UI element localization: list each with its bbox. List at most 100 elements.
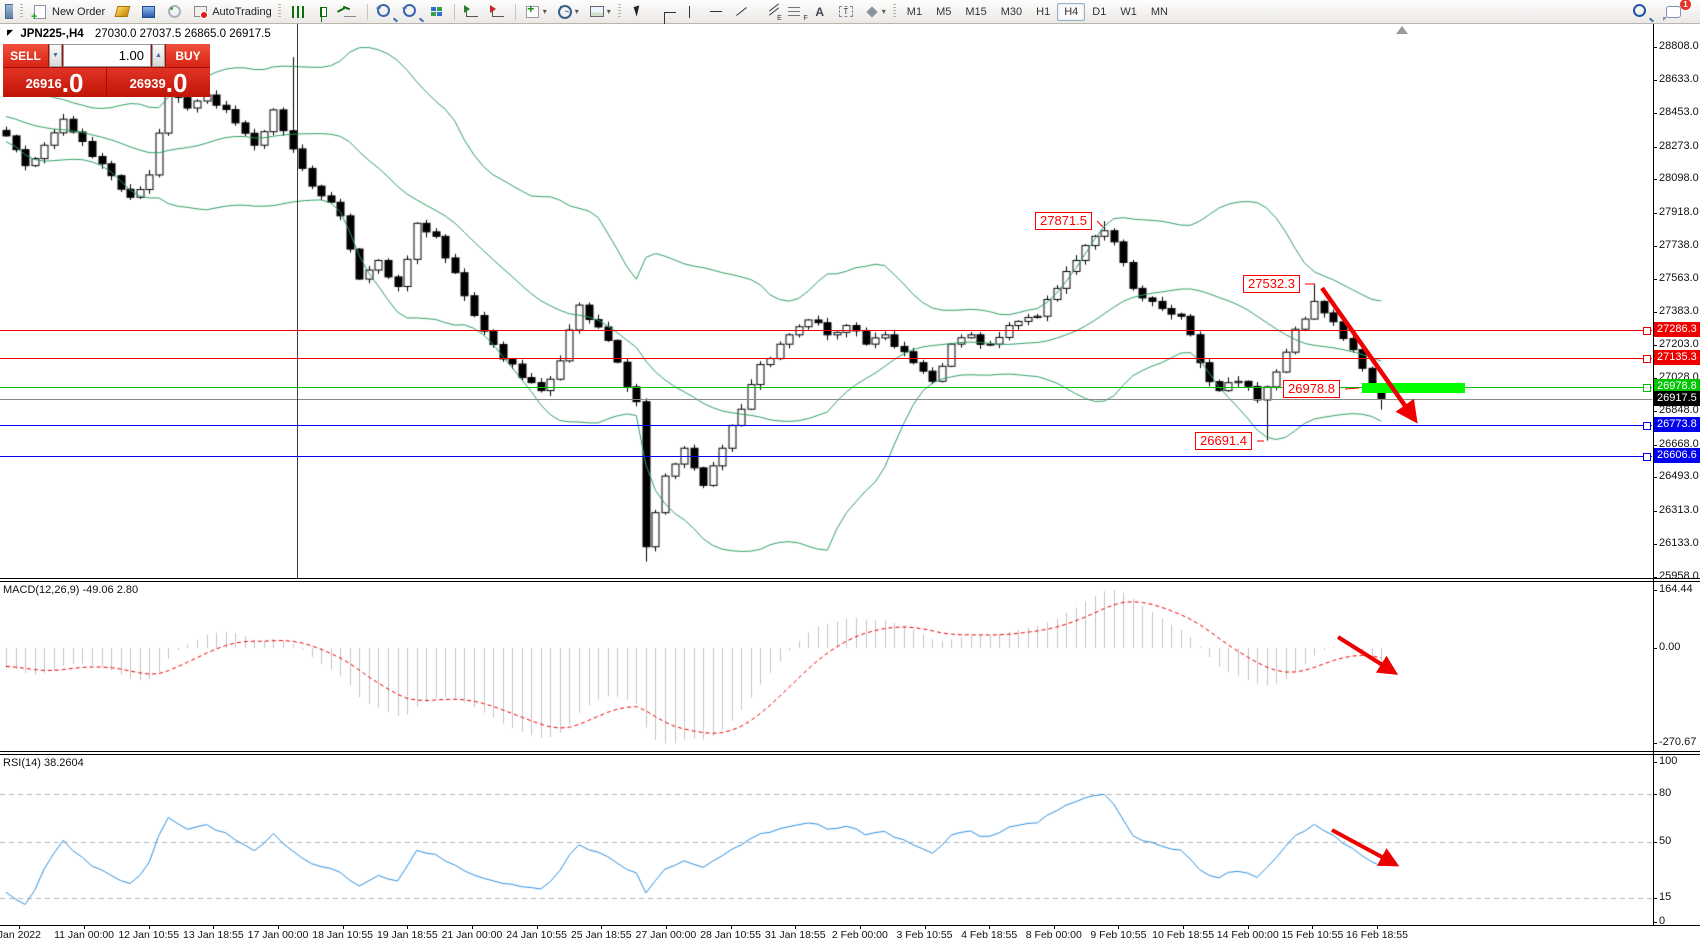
volume-decrease-button[interactable]: ▼ bbox=[49, 44, 62, 67]
toolbar-handle[interactable] bbox=[618, 4, 621, 19]
chevron-down-icon: ▾ bbox=[575, 7, 579, 16]
crosshair-icon[interactable] bbox=[651, 2, 677, 21]
chat-icon[interactable]: 1 bbox=[1660, 2, 1686, 21]
trendline-icon[interactable] bbox=[729, 2, 755, 21]
search-icon[interactable] bbox=[1628, 2, 1654, 21]
fibonacci-icon[interactable]: F bbox=[781, 2, 807, 21]
line-end-marker bbox=[1643, 327, 1651, 335]
time-axis-tick-mark bbox=[19, 925, 20, 929]
time-axis-tick-mark bbox=[795, 925, 796, 929]
bar-chart-icon[interactable] bbox=[285, 2, 311, 21]
indicators-button[interactable]: ▾ bbox=[520, 1, 552, 22]
price-axis-tick: 28273.0 bbox=[1659, 140, 1699, 152]
timeframe-m30[interactable]: M30 bbox=[994, 3, 1029, 21]
time-axis-label: 2 Feb 00:00 bbox=[832, 929, 888, 941]
autotrading-label: AutoTrading bbox=[212, 6, 272, 18]
horizontal-line-27286.3[interactable] bbox=[0, 330, 1652, 331]
autotrading-icon bbox=[191, 3, 209, 20]
time-axis-label: 18 Jan 10:55 bbox=[312, 929, 373, 941]
ohlc-low: 26865.0 bbox=[184, 28, 226, 40]
templates-button[interactable]: ▾ bbox=[584, 1, 616, 22]
ohlc-open: 27030.0 bbox=[95, 28, 137, 40]
timeframe-h4[interactable]: H4 bbox=[1057, 3, 1085, 21]
sell-price-main: 26916 bbox=[26, 72, 62, 96]
chart-window-icon[interactable] bbox=[0, 3, 18, 20]
text-icon[interactable]: A bbox=[807, 2, 833, 21]
highlight-rectangle[interactable] bbox=[1362, 383, 1465, 393]
timeframe-d1[interactable]: D1 bbox=[1085, 3, 1113, 21]
price-axis-tick: 26848.0 bbox=[1659, 404, 1699, 416]
horizontal-line-26773.8[interactable] bbox=[0, 425, 1652, 426]
horizontal-line-icon[interactable] bbox=[703, 2, 729, 21]
price-annotation-26978.8[interactable]: 26978.8 bbox=[1283, 380, 1340, 398]
chevron-down-icon: ▾ bbox=[882, 7, 886, 16]
buy-price[interactable]: 26939 .0 bbox=[107, 68, 210, 97]
terminal-icon[interactable] bbox=[135, 2, 161, 21]
cursor-icon[interactable] bbox=[625, 2, 651, 21]
ohlc-close: 26917.5 bbox=[229, 28, 271, 40]
macd-axis-tick-mark bbox=[1653, 743, 1657, 744]
time-axis-tick-mark bbox=[84, 925, 85, 929]
volume-input[interactable]: 1.00 bbox=[63, 44, 151, 67]
horizontal-line-27135.3[interactable] bbox=[0, 358, 1652, 359]
timeframe-h1[interactable]: H1 bbox=[1029, 3, 1057, 21]
price-annotation-27532.3[interactable]: 27532.3 bbox=[1243, 275, 1300, 293]
timeframe-m1[interactable]: M1 bbox=[900, 3, 929, 21]
timeframe-m5[interactable]: M5 bbox=[929, 3, 958, 21]
timeframe-m15[interactable]: M15 bbox=[958, 3, 993, 21]
new-order-label: New Order bbox=[52, 6, 105, 18]
chart-shift-icon[interactable] bbox=[485, 2, 511, 21]
toolbar-handle[interactable] bbox=[893, 4, 896, 19]
time-axis-label: 8 Feb 00:00 bbox=[1026, 929, 1082, 941]
periods-button[interactable]: ▾ bbox=[552, 1, 584, 22]
sell-price[interactable]: 26916 .0 bbox=[3, 68, 106, 97]
new-order-icon bbox=[31, 3, 49, 20]
text-label-icon[interactable]: T bbox=[833, 2, 859, 21]
toolbar-handle[interactable] bbox=[278, 4, 281, 19]
auto-scroll-icon[interactable] bbox=[459, 2, 485, 21]
zoom-in-icon[interactable]: + bbox=[372, 2, 398, 21]
price-axis-tick-mark bbox=[1653, 411, 1657, 412]
price-axis-tick: 27918.0 bbox=[1659, 206, 1699, 218]
pane-resize-divider[interactable] bbox=[0, 751, 1700, 752]
toolbar-handle[interactable] bbox=[20, 4, 23, 19]
horizontal-line-26606.6[interactable] bbox=[0, 456, 1652, 457]
price-axis-tick-mark bbox=[1653, 312, 1657, 313]
time-axis-label: Jan 2022 bbox=[0, 929, 41, 941]
price-annotation-27871.5[interactable]: 27871.5 bbox=[1035, 212, 1092, 230]
price-axis-tick: 26493.0 bbox=[1659, 470, 1699, 482]
price-axis-tick: 28098.0 bbox=[1659, 172, 1699, 184]
time-axis-label: 16 Feb 18:55 bbox=[1346, 929, 1408, 941]
signals-icon[interactable] bbox=[161, 2, 187, 21]
buy-button[interactable]: BUY bbox=[166, 44, 210, 67]
line-chart-icon[interactable] bbox=[337, 2, 363, 21]
tile-windows-icon[interactable] bbox=[424, 2, 450, 21]
channel-icon[interactable]: E bbox=[755, 2, 781, 21]
timeframe-mn[interactable]: MN bbox=[1144, 3, 1175, 21]
new-order-button[interactable]: New Order bbox=[27, 1, 109, 22]
price-axis-tick-mark bbox=[1653, 213, 1657, 214]
vertical-line-object[interactable] bbox=[297, 24, 298, 578]
sell-button[interactable]: SELL bbox=[3, 44, 48, 67]
zoom-out-icon[interactable]: − bbox=[398, 2, 424, 21]
price-axis-tick: 26313.0 bbox=[1659, 504, 1699, 516]
price-axis-line bbox=[1653, 24, 1654, 925]
price-annotation-26691.4[interactable]: 26691.4 bbox=[1195, 432, 1252, 450]
candlestick-chart-icon[interactable] bbox=[311, 2, 337, 21]
pane-border bbox=[0, 925, 1700, 926]
volume-increase-button[interactable]: ▲ bbox=[152, 44, 165, 67]
price-chart-canvas[interactable] bbox=[0, 0, 1700, 942]
shapes-button[interactable]: ▾ bbox=[859, 1, 891, 22]
mt4-terminal: New Order AutoTrading + − ▾ ▾ ▾ E F A T bbox=[0, 0, 1700, 942]
time-axis-label: 25 Jan 18:55 bbox=[571, 929, 632, 941]
price-badge-26773.8: 26773.8 bbox=[1654, 417, 1700, 432]
window-collapse-icon[interactable]: ◤ bbox=[7, 28, 13, 37]
history-center-icon[interactable] bbox=[109, 2, 135, 21]
macd-axis-tick-mark bbox=[1653, 590, 1657, 591]
autotrading-button[interactable]: AutoTrading bbox=[187, 1, 276, 22]
pane-resize-divider[interactable] bbox=[0, 578, 1700, 579]
timeframe-w1[interactable]: W1 bbox=[1113, 3, 1144, 21]
chart-shift-marker[interactable] bbox=[1396, 26, 1408, 34]
vertical-line-icon[interactable] bbox=[677, 2, 703, 21]
price-axis-tick: 27383.0 bbox=[1659, 305, 1699, 317]
